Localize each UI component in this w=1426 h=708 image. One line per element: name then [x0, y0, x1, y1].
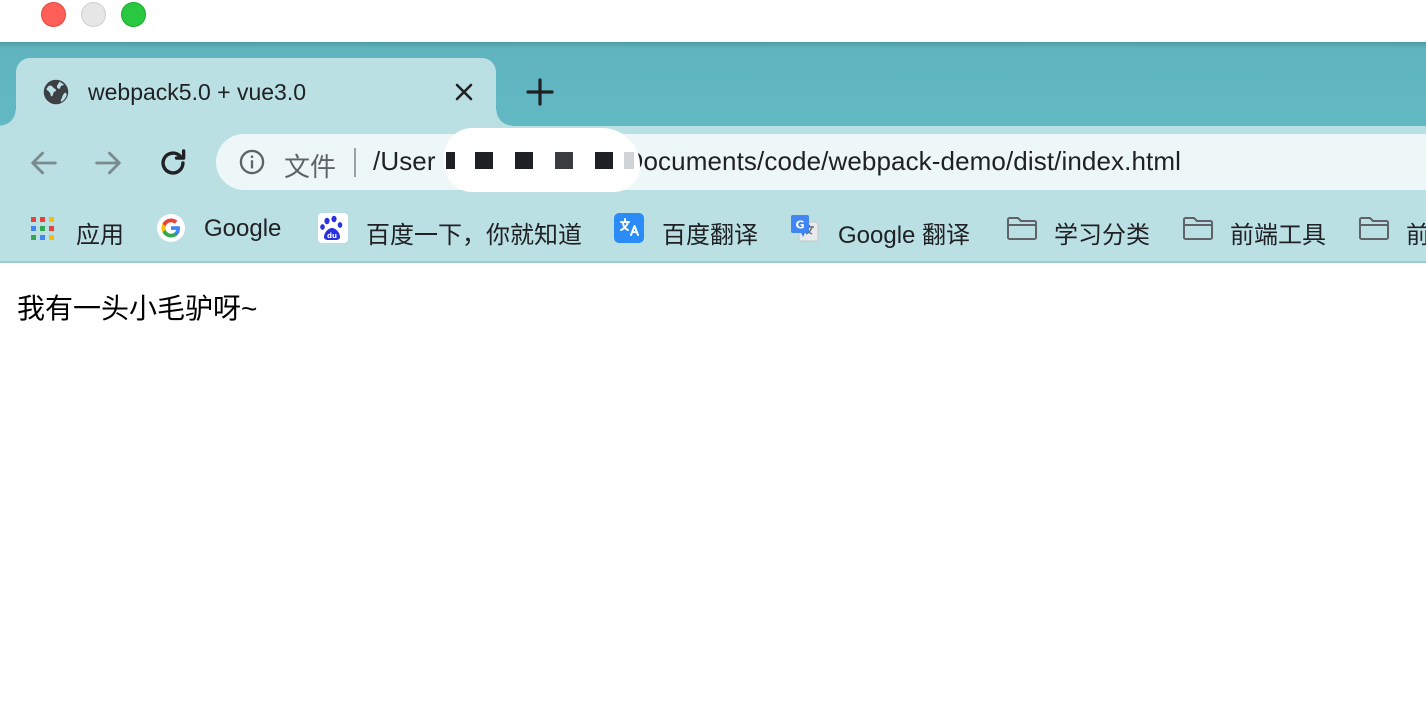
tab-strip: webpack5.0 + vue3.0	[0, 42, 1426, 126]
apps-grid-icon	[31, 217, 54, 240]
url-suffix: Documents/code/webpack-demo/dist/index.h…	[624, 146, 1181, 176]
address-separator	[354, 148, 356, 177]
bookmark-google-translate[interactable]: G Google 翻译	[790, 212, 980, 249]
bookmark-label: Google 翻译	[838, 222, 971, 249]
forward-arrow-icon[interactable]	[91, 146, 125, 180]
svg-text:G: G	[795, 219, 804, 232]
info-icon[interactable]	[238, 148, 266, 176]
url-prefix: /User	[373, 146, 436, 176]
new-tab-icon[interactable]	[524, 76, 556, 108]
close-tab-icon[interactable]	[452, 80, 476, 104]
bookmark-folder-study[interactable]: 学习分类	[1006, 212, 1156, 249]
folder-icon	[1007, 217, 1037, 240]
folder-icon	[1359, 217, 1389, 240]
bookmark-folder-frontend-tools[interactable]: 前端工具	[1182, 212, 1332, 249]
zoom-window-button[interactable]	[121, 2, 146, 27]
bookmark-label: 学习分类	[1054, 222, 1150, 249]
bookmark-folder-truncated[interactable]: 前	[1358, 212, 1426, 248]
bookmark-label: Google	[204, 215, 282, 242]
bookmarks-bar: 应用 Google du 百度一下，你就知道 百度翻译 G Google 翻译 …	[0, 198, 1426, 263]
browser-toolbar: 文件 /User Documents/code/webpack-demo/dist…	[0, 126, 1426, 198]
page-text: 我有一头小毛驴呀~	[17, 293, 258, 324]
tab-title: webpack5.0 + vue3.0	[88, 79, 307, 105]
reload-icon[interactable]	[156, 146, 190, 180]
close-window-button[interactable]	[41, 2, 66, 27]
google-translate-icon: G	[791, 215, 819, 242]
svg-text:du: du	[327, 232, 337, 240]
bookmark-label: 前端工具	[1230, 222, 1326, 249]
redaction-mark	[444, 128, 640, 192]
back-arrow-icon[interactable]	[27, 146, 61, 180]
globe-icon	[43, 79, 69, 105]
bookmark-label: 百度翻译	[662, 222, 758, 249]
bookmark-label: 百度一下，你就知道	[366, 222, 582, 249]
bookmark-google[interactable]: Google	[156, 212, 286, 248]
page-content: 我有一头小毛驴呀~	[0, 265, 1426, 708]
bookmark-apps[interactable]: 应用	[28, 212, 128, 249]
window-titlebar	[0, 0, 1426, 42]
minimize-window-button[interactable]	[81, 2, 106, 27]
tab-active[interactable]: webpack5.0 + vue3.0	[0, 58, 512, 126]
translate-icon	[614, 213, 644, 243]
bookmark-label: 前	[1406, 222, 1426, 248]
google-icon	[157, 214, 185, 242]
baidu-icon: du	[318, 213, 348, 243]
bookmark-baidu-translate[interactable]: 百度翻译	[614, 212, 764, 249]
address-bar[interactable]: 文件 /User Documents/code/webpack-demo/dist…	[216, 128, 1426, 192]
bookmark-label: 应用	[76, 222, 124, 249]
security-label: 文件	[284, 152, 337, 182]
folder-icon	[1183, 217, 1213, 240]
bookmark-baidu[interactable]: du 百度一下，你就知道	[318, 212, 588, 249]
